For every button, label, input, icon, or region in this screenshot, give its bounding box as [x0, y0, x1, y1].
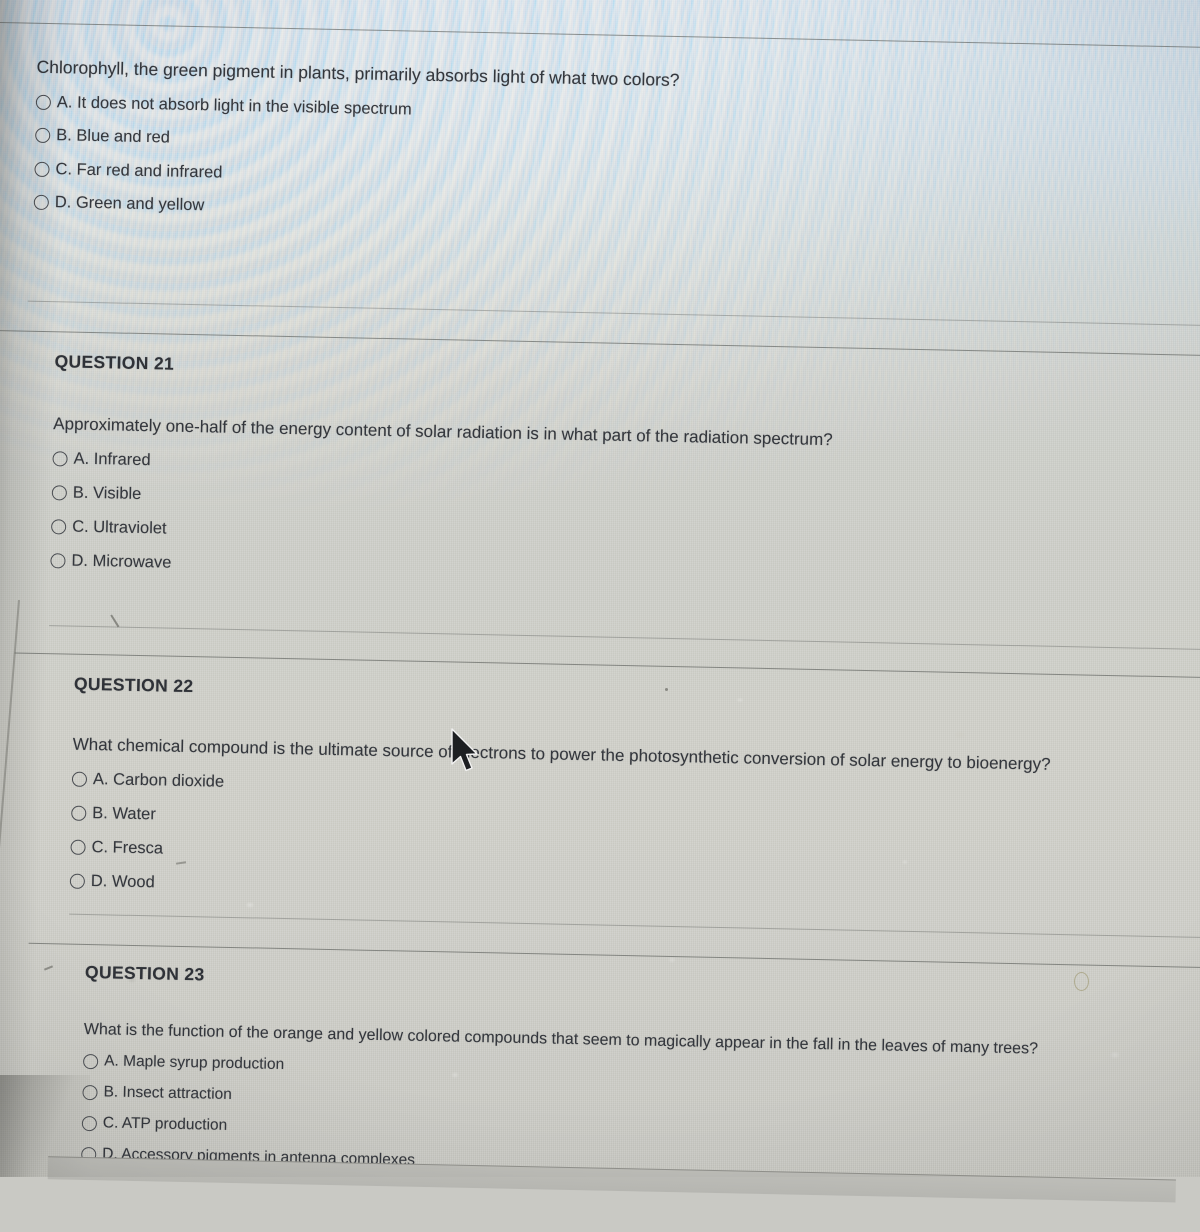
radio-button-icon[interactable] — [81, 1115, 98, 1131]
radio-button-icon[interactable] — [33, 194, 49, 211]
answer-option[interactable]: A. It does not absorb light in the visib… — [35, 92, 679, 124]
section-divider-top — [0, 21, 1200, 49]
question-block-20: Chlorophyll, the green pigment in plants… — [33, 56, 680, 225]
radio-button-icon[interactable] — [52, 451, 68, 467]
answer-option-label: A. Infrared — [73, 449, 151, 470]
answer-option-label: B. Blue and red — [56, 126, 171, 147]
radio-button-icon[interactable] — [71, 805, 87, 821]
radio-button-icon[interactable] — [71, 771, 88, 787]
answer-option[interactable]: A. Maple syrup production — [83, 1052, 1037, 1090]
answer-option-label: D. Green and yellow — [54, 193, 205, 215]
question-number-label: QUESTION 23 — [84, 961, 205, 985]
radio-button-icon[interactable] — [35, 94, 52, 110]
answer-option-label: C. Fresca — [91, 838, 164, 858]
section-divider-q20-bottom — [27, 300, 1200, 327]
answer-options-list: A. It does not absorb light in the visib… — [33, 92, 679, 225]
answer-option-label: D. Wood — [90, 872, 155, 892]
radio-button-icon[interactable] — [69, 873, 86, 889]
question-number-label: QUESTION 21 — [54, 351, 175, 374]
question-block-22: QUESTION 22 What chemical compound is th… — [69, 673, 1052, 911]
answer-option[interactable]: C. Far red and infrared — [34, 159, 677, 191]
answer-option[interactable]: B. Water — [71, 804, 1049, 843]
answer-option-label: C. Ultraviolet — [71, 517, 167, 538]
question-prompt: Chlorophyll, the green pigment in plants… — [36, 56, 680, 91]
question-prompt: What chemical compound is the ultimate s… — [72, 734, 1051, 774]
radio-button-icon[interactable] — [51, 485, 68, 501]
answer-option[interactable]: B. Blue and red — [35, 126, 678, 158]
answer-option[interactable]: A. Infrared — [52, 449, 832, 484]
answer-option-label: A. It does not absorb light in the visib… — [56, 92, 412, 119]
radio-button-icon[interactable] — [34, 161, 50, 177]
answer-option-label: B. Visible — [72, 483, 142, 504]
answer-option[interactable]: B. Visible — [51, 483, 832, 518]
answer-option-label: B. Water — [92, 804, 157, 824]
radio-button-icon[interactable] — [82, 1084, 98, 1100]
answer-option-label: C. ATP production — [102, 1114, 228, 1134]
answer-options-list: A. Infrared B. Visible C. Ultraviolet D.… — [50, 449, 832, 586]
answer-option-label: A. Maple syrup production — [104, 1052, 285, 1074]
answer-option-label: A. Carbon dioxide — [92, 770, 225, 791]
answer-option-label: D. Microwave — [71, 551, 172, 572]
radio-button-icon[interactable] — [35, 127, 51, 144]
answer-option[interactable]: D. Microwave — [50, 551, 830, 586]
answer-option[interactable]: C. ATP production — [81, 1114, 1036, 1152]
answer-option[interactable]: C. Ultraviolet — [51, 517, 831, 552]
section-divider-q22-bottom — [69, 913, 1200, 939]
question-block-21: QUESTION 21 Approximately one-half of th… — [50, 351, 834, 586]
answer-option-label: B. Insect attraction — [103, 1083, 233, 1104]
radio-button-icon[interactable] — [51, 519, 67, 535]
section-divider-q21-bottom — [49, 625, 1200, 651]
question-number-label: QUESTION 22 — [73, 673, 194, 697]
radio-button-icon[interactable] — [70, 839, 86, 855]
question-block-23: QUESTION 23 What is the function of the … — [81, 962, 1039, 1183]
answer-option[interactable]: B. Insect attraction — [82, 1083, 1036, 1121]
section-divider-q22-top — [14, 652, 1200, 679]
section-divider-q21-top — [0, 329, 1200, 357]
quiz-content: Chlorophyll, the green pigment in plants… — [0, 0, 1200, 1203]
answer-option[interactable]: A. Carbon dioxide — [71, 770, 1050, 809]
radio-button-icon[interactable] — [83, 1053, 99, 1069]
question-prompt: What is the function of the orange and y… — [83, 1020, 1039, 1058]
answer-options-list: A. Carbon dioxide B. Water C. Fresca D. … — [69, 770, 1050, 911]
answer-option[interactable]: D. Green and yellow — [33, 193, 677, 225]
answer-option[interactable]: C. Fresca — [70, 838, 1048, 877]
radio-button-icon[interactable] — [50, 553, 66, 569]
answer-option-label: C. Far red and infrared — [55, 159, 223, 182]
question-prompt: Approximately one-half of the energy con… — [53, 414, 833, 450]
answer-option[interactable]: D. Wood — [69, 872, 1048, 911]
